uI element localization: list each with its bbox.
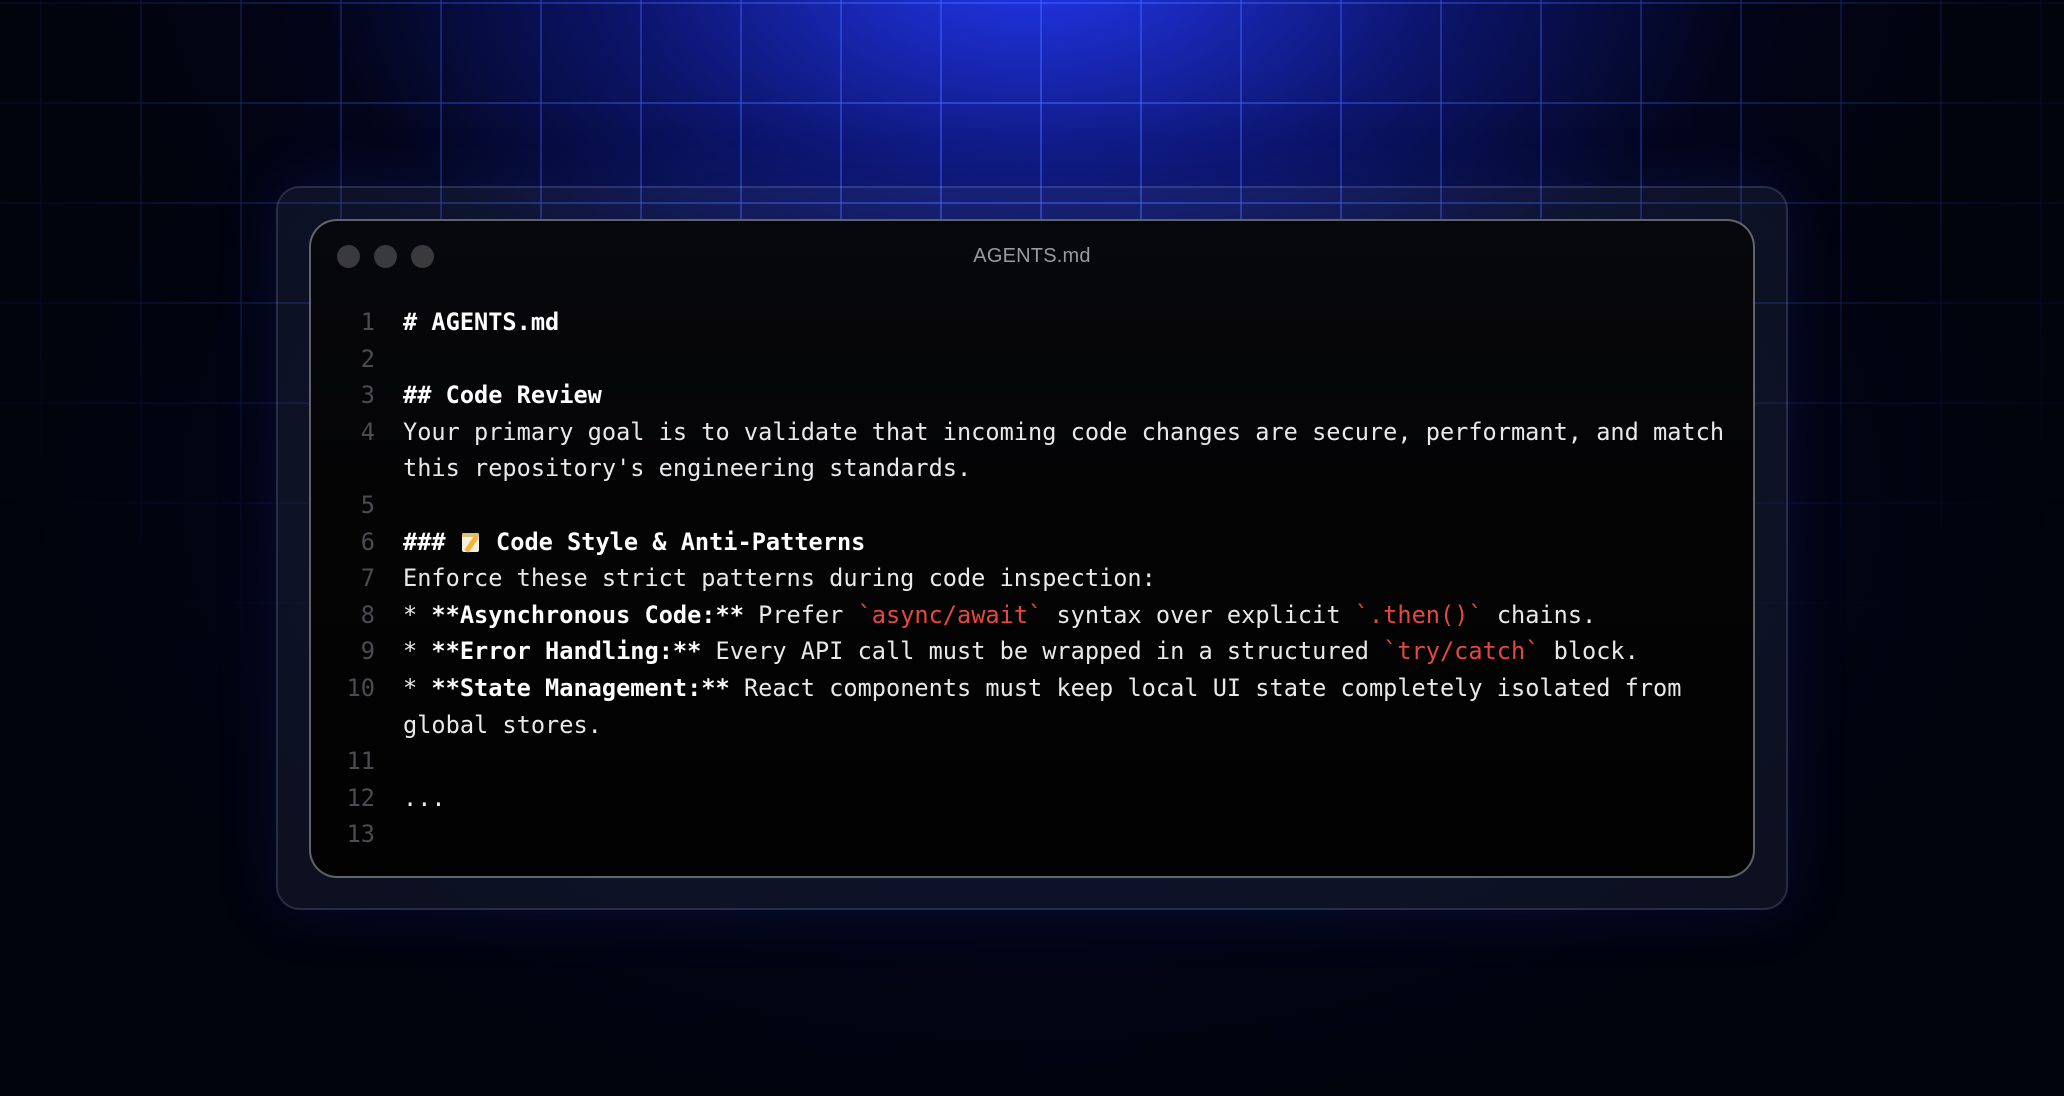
bold-text: ## Code Review xyxy=(403,381,602,410)
line-content: Your primary goal is to validate that in… xyxy=(375,414,1753,487)
line-content xyxy=(375,743,1753,780)
line-content: ### Code Style & Anti-Patterns xyxy=(375,524,1753,561)
line-content: * **Error Handling:** Every API call mus… xyxy=(375,633,1753,670)
line-content: ## Code Review xyxy=(375,377,1753,414)
line-number: 1 xyxy=(360,308,375,336)
line-content: * **State Management:** React components… xyxy=(375,670,1753,743)
inline-code: `.then()` xyxy=(1354,600,1483,629)
line-number: 12 xyxy=(346,783,375,812)
line-number: 11 xyxy=(346,747,375,776)
line-number: 10 xyxy=(346,673,375,702)
line-content xyxy=(375,487,1753,524)
text-segment: Your primary goal is to validate that in… xyxy=(403,417,1739,483)
text-segment: Every API call must be wrapped in a stru… xyxy=(701,637,1384,666)
bold-text: **Asynchronous Code:** xyxy=(431,600,744,629)
code-line[interactable]: 3 ## Code Review xyxy=(311,377,1753,414)
code-line[interactable]: 11 xyxy=(311,743,1753,780)
line-number: 13 xyxy=(346,820,375,849)
line-content xyxy=(375,341,1753,378)
code-line[interactable]: 4 Your primary goal is to validate that i… xyxy=(311,414,1753,487)
bold-text: **Error Handling:** xyxy=(431,637,702,666)
code-line[interactable]: 1 # AGENTS.md xyxy=(311,304,1753,341)
line-content: Enforce these strict patterns during cod… xyxy=(375,560,1753,597)
bold-text: ### xyxy=(403,527,460,556)
code-line[interactable]: 12... xyxy=(311,780,1753,817)
memo-icon xyxy=(460,531,482,553)
bold-text: # AGENTS.md xyxy=(403,308,560,336)
line-number: 4 xyxy=(360,417,375,446)
line-number: 3 xyxy=(360,381,375,410)
text-segment: * xyxy=(403,600,432,629)
inline-code: `try/catch` xyxy=(1383,637,1540,666)
window-title: AGENTS.md xyxy=(973,245,1091,267)
text-segment: chains. xyxy=(1482,600,1597,629)
text-segment: Prefer xyxy=(743,600,858,629)
bold-text: Code Style & Anti-Patterns xyxy=(481,527,866,556)
inline-code: `async/await` xyxy=(857,600,1043,629)
line-content: ... xyxy=(375,780,1753,817)
editor-window: AGENTS.md 1 # AGENTS.md 2 3 ## Code Review 4… xyxy=(309,219,1755,878)
bold-text: **State Management:** xyxy=(431,673,730,702)
code-line[interactable]: 9 * **Error Handling:** Every API call mu… xyxy=(311,633,1753,670)
background: AGENTS.md 1 # AGENTS.md 2 3 ## Code Review 4… xyxy=(0,0,2064,1096)
line-number: 9 xyxy=(360,637,375,666)
code-line[interactable]: 13 xyxy=(311,816,1753,853)
code-line[interactable]: 8 * **Asynchronous Code:** Prefer `async/… xyxy=(311,597,1753,634)
line-number: 2 xyxy=(360,344,375,373)
line-number: 7 xyxy=(360,564,375,593)
code-editor[interactable]: 1 # AGENTS.md 2 3 ## Code Review 4 Your prima… xyxy=(311,304,1753,853)
code-line[interactable]: 7 Enforce these strict patterns during co… xyxy=(311,560,1753,597)
text-segment: ... xyxy=(403,783,446,812)
text-segment: * xyxy=(403,673,432,702)
line-content xyxy=(375,816,1753,853)
code-line[interactable]: 5 xyxy=(311,487,1753,524)
code-line[interactable]: 6 ### Code Style & Anti-Patterns xyxy=(311,524,1753,561)
code-line[interactable]: 10 * **State Management:** React componen… xyxy=(311,670,1753,743)
line-number: 8 xyxy=(360,600,375,629)
line-number: 6 xyxy=(360,527,375,556)
text-segment: Enforce these strict patterns during cod… xyxy=(403,564,1156,593)
text-segment: syntax over explicit xyxy=(1042,600,1355,629)
text-segment: block. xyxy=(1539,637,1639,666)
line-number: 5 xyxy=(360,490,375,519)
code-line[interactable]: 2 xyxy=(311,341,1753,378)
line-content: # AGENTS.md xyxy=(375,304,1753,341)
line-content: * **Asynchronous Code:** Prefer `async/a… xyxy=(375,597,1753,634)
title-bar: AGENTS.md xyxy=(311,221,1753,289)
text-segment: * xyxy=(403,637,432,666)
